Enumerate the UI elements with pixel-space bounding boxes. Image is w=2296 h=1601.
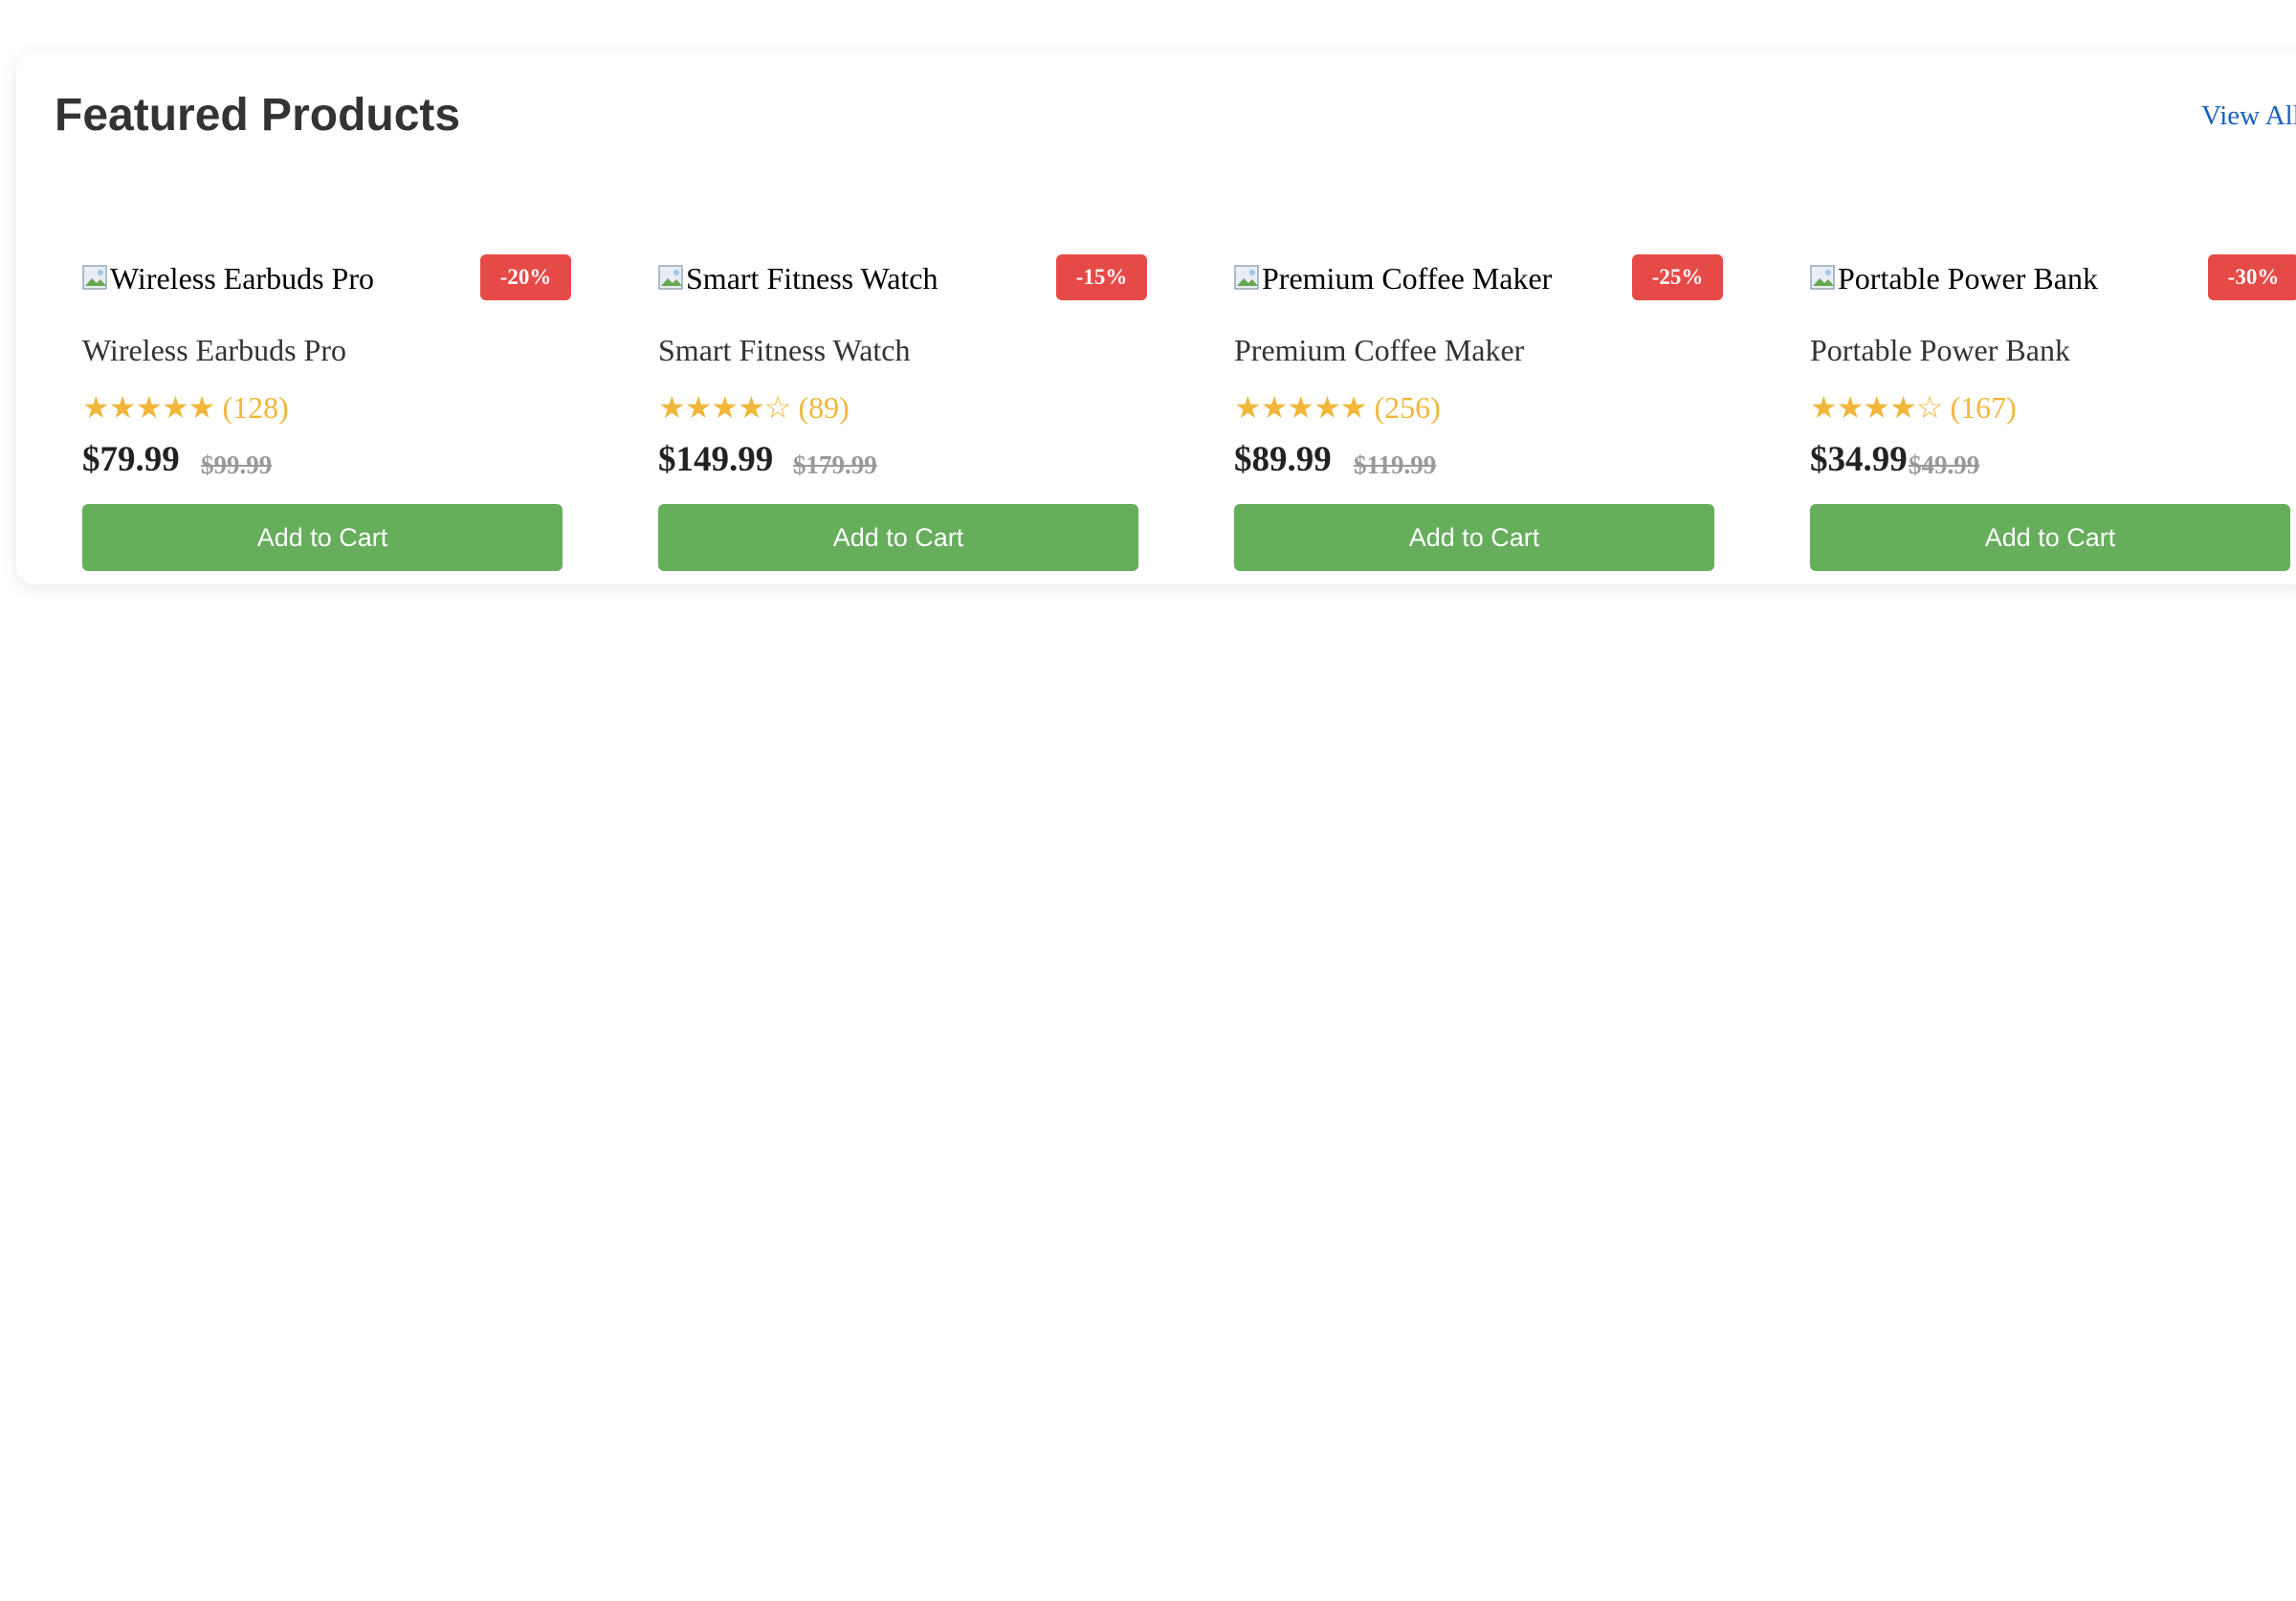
review-count: (128) [222, 390, 289, 425]
rating-stars-icon: ★★★★★ [82, 389, 215, 426]
review-count: (167) [1950, 390, 2017, 425]
discount-badge: -20% [480, 254, 571, 300]
add-to-cart-button[interactable]: Add to Cart [82, 504, 563, 571]
add-to-cart-button[interactable]: Add to Cart [1234, 504, 1714, 571]
add-to-cart-button[interactable]: Add to Cart [658, 504, 1138, 571]
discount-badge: -30% [2208, 254, 2296, 300]
product-image[interactable]: Wireless Earbuds Pro [82, 259, 374, 297]
product-card: Portable Power Bank -30% Portable Power … [1744, 202, 2296, 571]
section-title: Featured Products [55, 90, 461, 141]
product-card: Wireless Earbuds Pro -20% Wireless Earbu… [16, 202, 571, 571]
broken-image-icon [82, 265, 109, 292]
image-alt-text: Portable Power Bank [1838, 260, 2098, 296]
original-price: $99.99 [201, 450, 273, 479]
review-count: (89) [798, 390, 850, 425]
image-alt-text: Premium Coffee Maker [1262, 260, 1553, 296]
broken-image-icon [658, 265, 685, 292]
rating: ★★★★☆ (167) [1810, 389, 2017, 426]
broken-image-icon [1810, 265, 1837, 292]
product-name[interactable]: Portable Power Bank [1810, 333, 2070, 368]
rating: ★★★★★ (128) [82, 389, 289, 426]
product-image[interactable]: Smart Fitness Watch [658, 259, 938, 297]
current-price: $89.99 [1234, 440, 1332, 479]
current-price: $79.99 [82, 440, 180, 479]
image-alt-text: Smart Fitness Watch [686, 260, 938, 296]
featured-products-section: Featured Products View All Wireless Earb… [16, 53, 2296, 584]
rating-stars-icon: ★★★★☆ [658, 389, 791, 426]
current-price: $34.99 [1810, 440, 1908, 479]
rating: ★★★★★ (256) [1234, 389, 1441, 426]
discount-badge: -25% [1632, 254, 1723, 300]
product-name[interactable]: Smart Fitness Watch [658, 333, 910, 368]
product-name[interactable]: Premium Coffee Maker [1234, 333, 1524, 368]
product-image[interactable]: Portable Power Bank [1810, 259, 2098, 297]
rating-stars-icon: ★★★★★ [1234, 389, 1367, 426]
original-price: $179.99 [793, 450, 877, 479]
product-card: Premium Coffee Maker -25% Premium Coffee… [1168, 202, 1723, 571]
rating: ★★★★☆ (89) [658, 389, 850, 426]
broken-image-icon [1234, 265, 1261, 292]
add-to-cart-button[interactable]: Add to Cart [1810, 504, 2290, 571]
rating-stars-icon: ★★★★☆ [1810, 389, 1943, 426]
product-image[interactable]: Premium Coffee Maker [1234, 259, 1552, 297]
original-price: $119.99 [1354, 450, 1437, 479]
discount-badge: -15% [1056, 254, 1147, 300]
original-price: $49.99 [1909, 450, 1980, 479]
review-count: (256) [1374, 390, 1441, 425]
product-name[interactable]: Wireless Earbuds Pro [82, 333, 346, 368]
image-alt-text: Wireless Earbuds Pro [110, 260, 374, 296]
current-price: $149.99 [658, 440, 774, 479]
product-card: Smart Fitness Watch -15% Smart Fitness W… [592, 202, 1147, 571]
view-all-link[interactable]: View All [2201, 100, 2296, 132]
